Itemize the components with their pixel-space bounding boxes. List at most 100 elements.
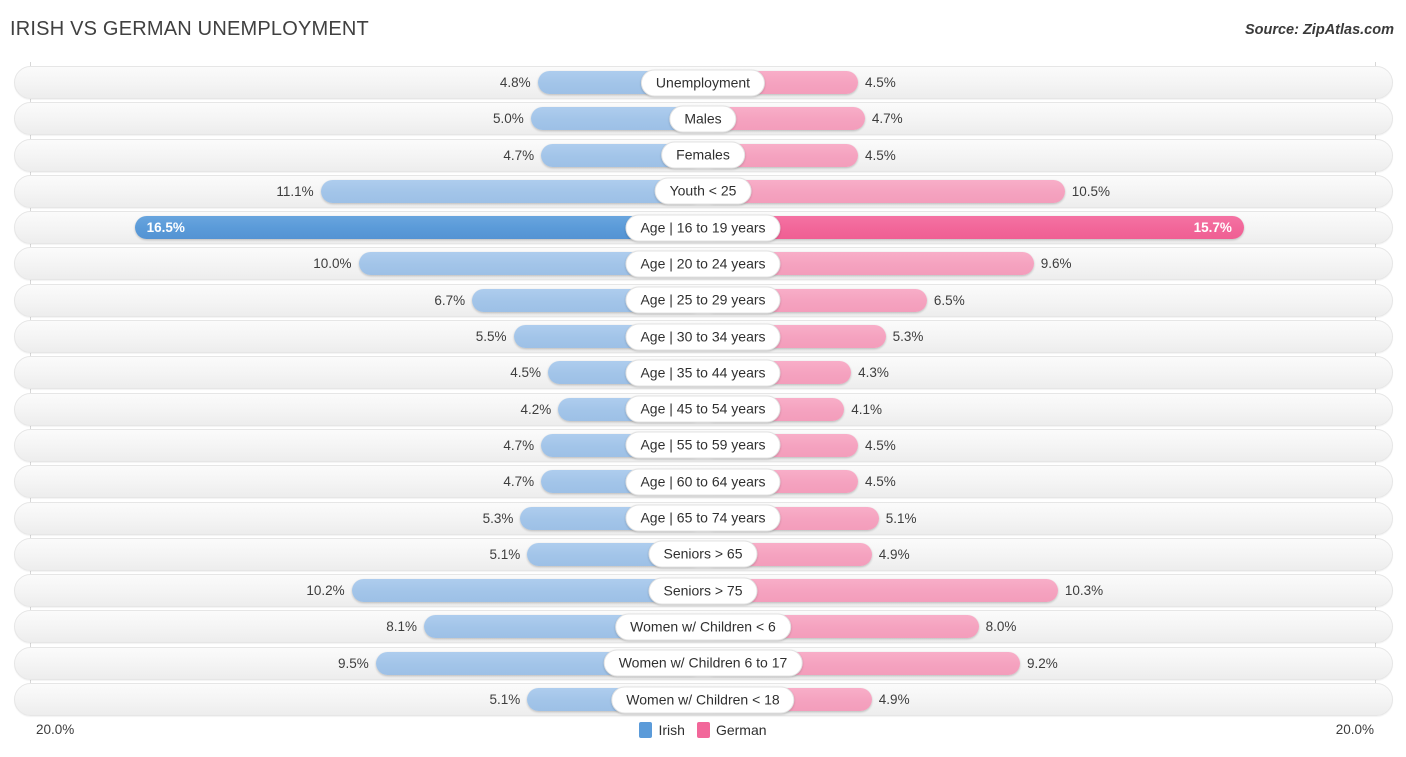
legend-swatch-icon	[639, 722, 653, 738]
german-value-label: 6.5%	[933, 292, 965, 308]
category-label: Males	[669, 105, 737, 133]
chart-header: IRISH VS GERMAN UNEMPLOYMENT Source: Zip…	[0, 0, 1406, 60]
category-label: Age | 25 to 29 years	[625, 286, 781, 314]
irish-value-label: 4.5%	[510, 365, 541, 381]
german-value-label: 4.5%	[865, 437, 896, 453]
category-label: Women w/ Children < 18	[611, 686, 795, 714]
table-row[interactable]: 5.5% 5.3% Age | 30 to 34 years	[0, 320, 1406, 354]
legend-swatch-icon	[696, 722, 710, 738]
german-bar-group: 4.9%	[703, 683, 1393, 716]
german-bar-group: 4.3%	[703, 356, 1393, 389]
german-bar-group: 5.3%	[703, 320, 1393, 353]
category-label: Females	[661, 141, 745, 169]
plot-area: 4.8% 4.5% Unemployment 5.0% 4.7% Males 4.7% 4.5…	[0, 62, 1406, 717]
category-label: Women w/ Children 6 to 17	[603, 649, 803, 677]
irish-bar-group: 8.1%	[14, 610, 703, 643]
table-row[interactable]: 4.5% 4.3% Age | 35 to 44 years	[0, 356, 1406, 390]
chart-footer: 20.0% 20.0% Irish German	[0, 718, 1406, 757]
irish-value-label: 8.1%	[386, 619, 417, 635]
irish-value-label: 6.7%	[434, 292, 466, 308]
irish-bar-group: 5.5%	[14, 320, 703, 353]
table-row[interactable]: 4.7% 4.5% Age | 55 to 59 years	[0, 428, 1406, 462]
irish-bar-group: 11.1%	[14, 175, 703, 208]
table-row[interactable]: 5.1% 4.9% Women w/ Children < 18	[0, 683, 1406, 717]
irish-bar-group: 5.1%	[14, 538, 703, 571]
irish-bar-group: 5.3%	[14, 502, 703, 535]
german-value-label: 10.5%	[1071, 183, 1110, 199]
category-label: Seniors > 65	[648, 540, 758, 568]
irish-value-label: 5.1%	[489, 546, 521, 562]
table-row[interactable]: 16.5% 15.7% Age | 16 to 19 years	[0, 211, 1406, 245]
category-label: Age | 20 to 24 years	[625, 250, 781, 278]
german-value-label: 4.3%	[858, 365, 889, 381]
category-label: Age | 65 to 74 years	[625, 504, 781, 532]
table-row[interactable]: 4.2% 4.1% Age | 45 to 54 years	[0, 392, 1406, 426]
table-row[interactable]: 5.1% 4.9% Seniors > 65	[0, 537, 1406, 571]
german-bar-group: 4.9%	[703, 538, 1393, 571]
irish-bar-group: 4.7%	[14, 465, 703, 498]
table-row[interactable]: 9.5% 9.2% Women w/ Children 6 to 17	[0, 646, 1406, 680]
irish-bar-group: 4.5%	[14, 356, 703, 389]
german-bar[interactable]: 15.7%	[703, 216, 1244, 240]
german-bar-group: 4.5%	[703, 66, 1393, 99]
irish-bar[interactable]	[320, 179, 703, 203]
table-row[interactable]: 6.7% 6.5% Age | 25 to 29 years	[0, 283, 1406, 317]
irish-value-label: 5.0%	[492, 111, 524, 127]
legend-item[interactable]: Irish	[639, 722, 685, 738]
german-value-label: 10.3%	[1064, 583, 1104, 599]
irish-value-label: 4.7%	[503, 147, 535, 163]
irish-value-label: 5.1%	[489, 692, 521, 708]
bar-rows: 4.8% 4.5% Unemployment 5.0% 4.7% Males 4.7% 4.5…	[0, 66, 1406, 719]
chart-legend: Irish German	[0, 722, 1406, 738]
category-label: Women w/ Children < 6	[615, 613, 791, 641]
irish-bar-group: 5.1%	[14, 683, 703, 716]
german-bar-group: 15.7%	[703, 211, 1393, 244]
irish-value-label: 4.7%	[503, 474, 535, 490]
german-value-label: 4.5%	[865, 147, 896, 163]
category-label: Unemployment	[640, 69, 766, 96]
table-row[interactable]: 5.3% 5.1% Age | 65 to 74 years	[0, 501, 1406, 535]
chart-container: IRISH VS GERMAN UNEMPLOYMENT Source: Zip…	[0, 0, 1406, 757]
legend-item[interactable]: German	[696, 722, 767, 738]
german-bar-group: 4.5%	[703, 465, 1393, 498]
german-value-label: 4.5%	[865, 474, 896, 490]
table-row[interactable]: 10.0% 9.6% Age | 20 to 24 years	[0, 247, 1406, 281]
german-bar-group: 4.5%	[703, 429, 1393, 462]
german-bar-group: 8.0%	[703, 610, 1393, 643]
table-row[interactable]: 4.7% 4.5% Females	[0, 138, 1406, 172]
table-row[interactable]: 8.1% 8.0% Women w/ Children < 6	[0, 610, 1406, 644]
table-row[interactable]: 4.8% 4.5% Unemployment	[0, 66, 1406, 99]
table-row[interactable]: 5.0% 4.7% Males	[0, 102, 1406, 136]
irish-value-label: 11.1%	[276, 183, 314, 199]
source-attribution: Source: ZipAtlas.com	[1244, 22, 1394, 38]
german-value-label: 8.0%	[985, 619, 1017, 635]
german-bar-group: 10.5%	[703, 175, 1393, 208]
legend-label: Irish	[658, 722, 685, 738]
german-value-label: 4.5%	[865, 75, 896, 90]
irish-bar-group: 4.8%	[14, 66, 703, 99]
german-value-label: 4.9%	[878, 546, 910, 562]
german-value-label: 15.7%	[1193, 220, 1232, 236]
irish-value-label: 16.5%	[146, 220, 185, 236]
table-row[interactable]: 10.2% 10.3% Seniors > 75	[0, 574, 1406, 608]
irish-bar-group: 6.7%	[14, 284, 703, 317]
german-bar[interactable]	[703, 179, 1065, 203]
irish-value-label: 5.5%	[475, 329, 507, 345]
category-label: Age | 60 to 64 years	[625, 468, 781, 496]
irish-bar-group: 4.2%	[14, 393, 703, 426]
german-bar-group: 9.6%	[703, 247, 1393, 280]
category-label: Youth < 25	[654, 177, 752, 205]
irish-value-label: 4.2%	[520, 401, 552, 417]
german-bar-group: 5.1%	[703, 502, 1393, 535]
german-bar-group: 10.3%	[703, 574, 1393, 607]
irish-value-label: 10.2%	[306, 583, 345, 599]
irish-bar[interactable]: 16.5%	[134, 216, 703, 240]
german-value-label: 4.1%	[851, 401, 883, 417]
german-value-label: 5.1%	[885, 510, 917, 526]
irish-bar-group: 10.0%	[14, 247, 703, 280]
table-row[interactable]: 4.7% 4.5% Age | 60 to 64 years	[0, 465, 1406, 499]
german-value-label: 9.6%	[1040, 256, 1072, 272]
legend-label: German	[715, 722, 767, 738]
table-row[interactable]: 11.1% 10.5% Youth < 25	[0, 174, 1406, 208]
category-label: Age | 30 to 34 years	[625, 323, 781, 351]
